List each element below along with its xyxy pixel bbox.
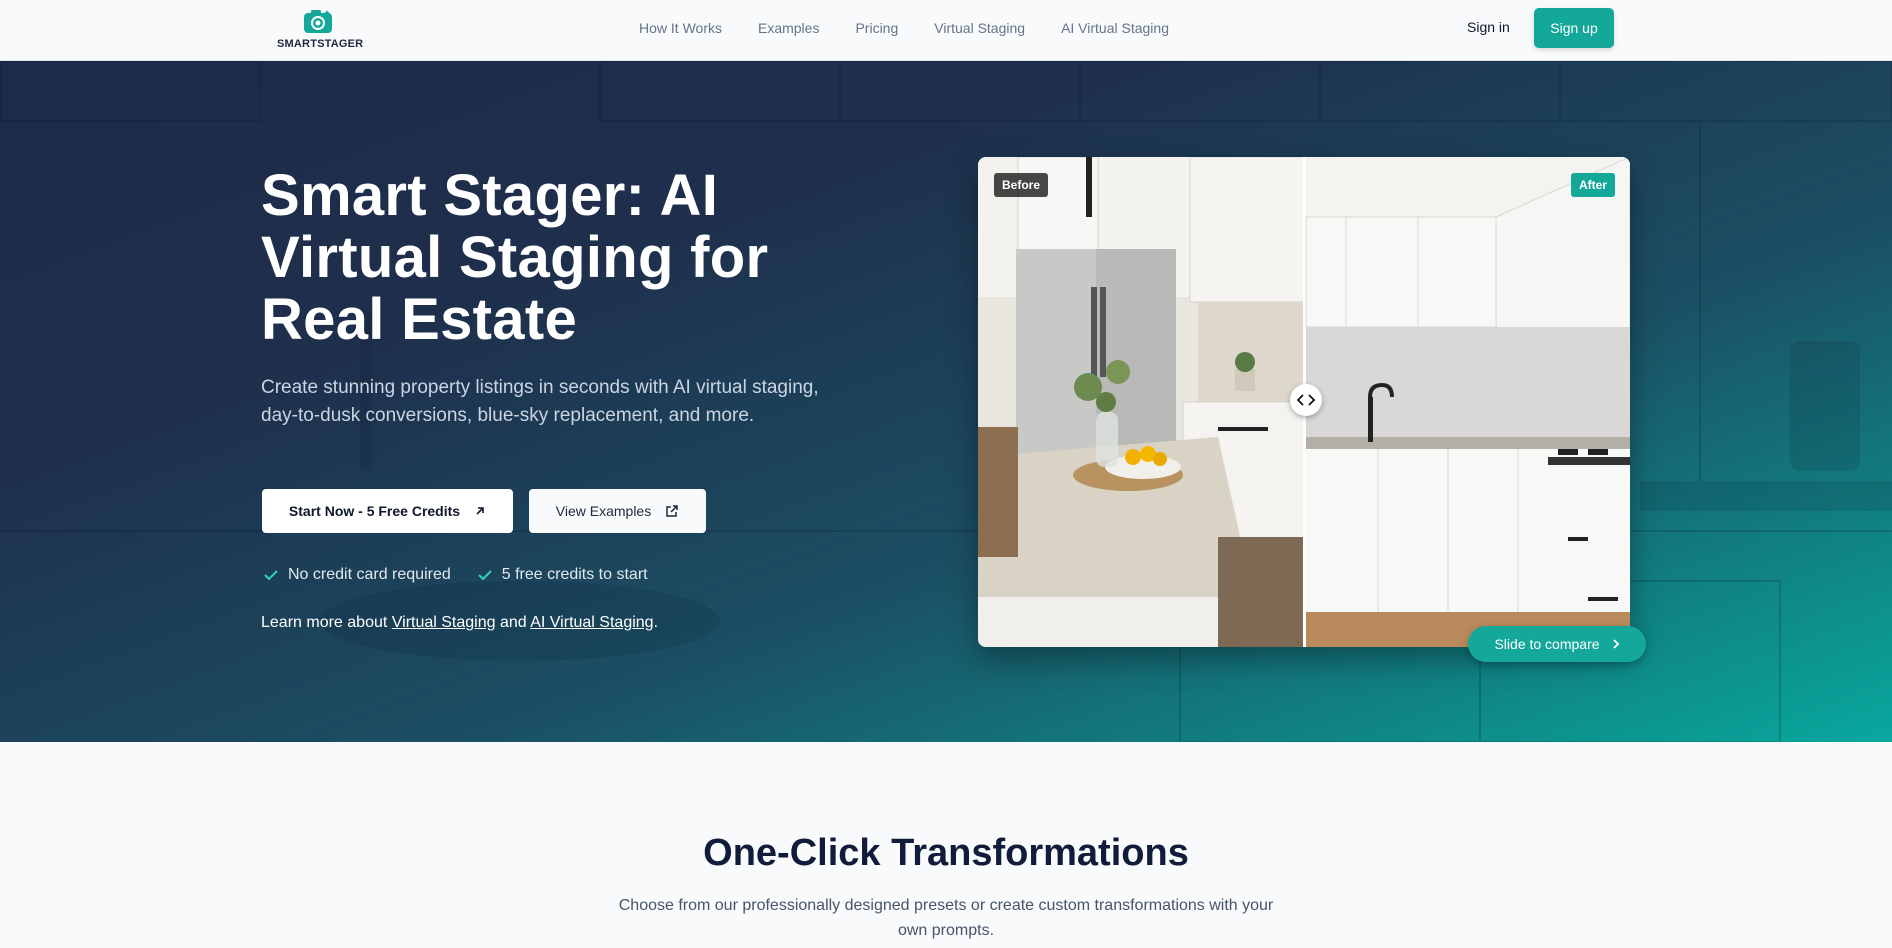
learn-more-text: Learn more about Virtual Staging and AI … bbox=[261, 614, 659, 631]
after-badge: After bbox=[1571, 173, 1616, 197]
nav-ai-virtual-staging[interactable]: AI Virtual Staging bbox=[1061, 20, 1169, 36]
slide-to-compare-button[interactable]: Slide to compare bbox=[1468, 626, 1646, 662]
view-examples-button[interactable]: View Examples bbox=[529, 489, 706, 533]
benefit-item: No credit card required bbox=[263, 566, 451, 584]
nav-virtual-staging[interactable]: Virtual Staging bbox=[934, 20, 1025, 36]
start-now-button[interactable]: Start Now - 5 Free Credits bbox=[262, 489, 513, 533]
main-nav: How It Works Examples Pricing Virtual St… bbox=[639, 0, 1169, 56]
virtual-staging-link[interactable]: Virtual Staging bbox=[392, 614, 496, 631]
hero-title: Smart Stager: AI Virtual Staging for Rea… bbox=[261, 163, 769, 352]
sign-in-link[interactable]: Sign in bbox=[1467, 19, 1510, 35]
ai-virtual-staging-link[interactable]: AI Virtual Staging bbox=[530, 614, 653, 631]
nav-pricing[interactable]: Pricing bbox=[855, 20, 898, 36]
chevrons-left-right-icon bbox=[1296, 394, 1316, 406]
slide-to-compare-label: Slide to compare bbox=[1494, 636, 1600, 652]
before-badge: Before bbox=[994, 173, 1049, 197]
check-icon bbox=[478, 570, 492, 581]
transformations-subtitle: Choose from our professionally designed … bbox=[618, 897, 1274, 939]
nav-how-it-works[interactable]: How It Works bbox=[639, 20, 722, 36]
benefit-text: No credit card required bbox=[288, 566, 451, 583]
compare-slider-handle[interactable] bbox=[1290, 384, 1322, 416]
chevron-right-icon bbox=[1612, 639, 1619, 649]
hero-benefits: No credit card required 5 free credits t… bbox=[263, 566, 648, 584]
sign-up-button[interactable]: Sign up bbox=[1534, 8, 1614, 48]
site-header: SMARTSTAGER How It Works Examples Pricin… bbox=[0, 0, 1892, 61]
camera-logo-icon bbox=[304, 10, 332, 33]
check-icon bbox=[264, 570, 278, 581]
hero-section: Smart Stager: AI Virtual Staging for Rea… bbox=[0, 61, 1892, 742]
view-examples-label: View Examples bbox=[555, 503, 652, 519]
start-now-label: Start Now - 5 Free Credits bbox=[288, 503, 461, 519]
nav-examples[interactable]: Examples bbox=[758, 20, 819, 36]
benefit-text: 5 free credits to start bbox=[501, 566, 648, 583]
benefit-item: 5 free credits to start bbox=[477, 566, 648, 584]
logo[interactable]: SMARTSTAGER bbox=[277, 8, 364, 52]
external-link-icon bbox=[666, 505, 678, 517]
transformations-title: One-Click Transformations bbox=[703, 832, 1189, 874]
arrow-up-right-icon bbox=[476, 507, 484, 515]
logo-wordmark: SMARTSTAGER bbox=[277, 38, 364, 50]
hero-subtitle: Create stunning property listings in sec… bbox=[261, 377, 819, 426]
